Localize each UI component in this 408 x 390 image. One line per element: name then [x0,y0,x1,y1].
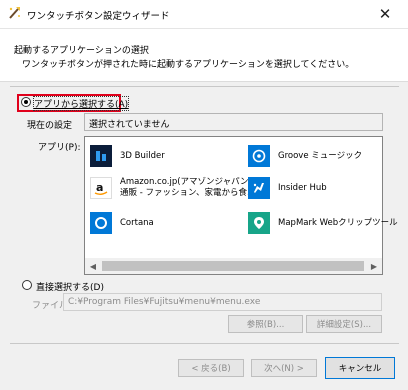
app-name: MapMark Webクリップツール [278,217,398,228]
browse-button[interactable]: 参照(B)... [228,315,303,333]
window-title: ワンタッチボタン設定ウィザード [27,11,170,22]
app-item-amazon[interactable]: a Amazon.co.jp(アマゾンジャパン): 通販 - ファッション、家電… [90,177,255,199]
header-title: 起動するアプリケーションの選択 [14,46,149,56]
section-divider [10,86,399,87]
app-select-radio[interactable] [21,97,31,107]
scroll-left-arrow-icon[interactable]: ◀ [85,258,101,274]
close-icon: ✕ [378,5,392,23]
app-item-3d-builder[interactable]: 3D Builder [90,145,165,167]
footer-divider [10,343,399,344]
svg-text:a: a [96,181,103,194]
current-setting-value: 選択されていません [84,113,383,131]
app-item-insider-hub[interactable]: Insider Hub [248,177,327,199]
wizard-header: 起動するアプリケーションの選択 ワンタッチボタンが押された時に起動するアプリケー… [0,29,408,81]
direct-select-radio[interactable] [22,280,32,290]
scroll-right-arrow-icon[interactable]: ▶ [366,258,382,274]
close-button[interactable]: ✕ [362,0,408,28]
amazon-icon: a [90,177,112,199]
back-button[interactable]: < 戻る(B) [178,359,244,377]
app-item-mapmark[interactable]: MapMark Webクリップツール [248,212,398,234]
horizontal-scrollbar[interactable]: ◀ ▶ [85,258,382,274]
next-button[interactable]: 次へ(N) > [251,359,317,377]
cancel-button[interactable]: キャンセル [325,357,395,379]
title-bar: ワンタッチボタン設定ウィザード ✕ [0,0,408,29]
apps-label: アプリ(P): [38,143,81,153]
scrollbar-thumb[interactable] [102,261,364,271]
advanced-settings-button[interactable]: 詳細設定(S)... [306,315,382,333]
cancel-button-label: キャンセル [338,364,382,374]
3d-builder-icon [90,145,112,167]
file-path-field[interactable]: C:¥Program Files¥Fujitsu¥menu¥menu.exe [63,293,382,311]
app-name: Cortana [120,217,154,228]
direct-select-radio-label[interactable]: 直接選択する(D) [36,280,104,293]
insider-hub-icon [248,177,270,199]
app-name: 3D Builder [120,150,165,161]
app-name: Amazon.co.jp(アマゾンジャパン): 通販 - ファッション、家電から… [120,177,256,198]
mapmark-icon [248,212,270,234]
header-divider [0,81,408,82]
current-setting-label: 現在の設定 [27,121,73,131]
wizard-icon [9,7,20,19]
cortana-icon [90,212,112,234]
app-name: Groove ミュージック [278,150,363,161]
app-item-cortana[interactable]: Cortana [90,212,154,234]
app-list[interactable]: 3D Builder Groove ミュージック a Amazon.co.jp(… [84,136,398,275]
groove-music-icon [248,145,270,167]
app-item-groove-music[interactable]: Groove ミュージック [248,145,362,167]
header-description: ワンタッチボタンが押された時に起動するアプリケーションを選択してください。 [22,60,355,70]
app-name: Insider Hub [278,182,327,193]
app-select-radio-label[interactable]: アプリから選択する(A) [32,96,130,111]
